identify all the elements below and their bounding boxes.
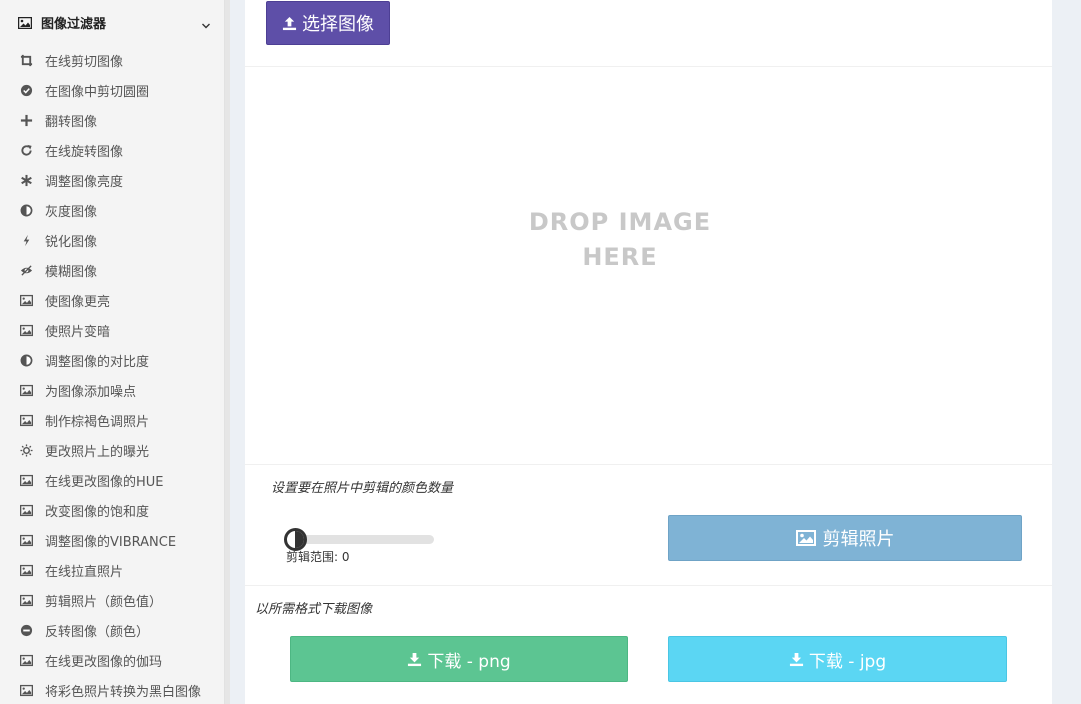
download-png-label: 下载 - png bbox=[427, 651, 511, 672]
sidebar-item[interactable]: 翻转图像 bbox=[0, 105, 224, 135]
image-icon bbox=[19, 683, 33, 697]
download-jpg-button[interactable]: 下载 - jpg bbox=[668, 636, 1007, 682]
image-icon bbox=[19, 413, 33, 427]
select-image-label: 选择图像 bbox=[302, 14, 374, 35]
rotate-icon bbox=[19, 143, 33, 157]
sidebar-item-label: 在线旋转图像 bbox=[45, 144, 124, 160]
crop-icon bbox=[19, 53, 33, 67]
download-icon bbox=[408, 652, 422, 666]
sidebar-item[interactable]: 在图像中剪切圆圈 bbox=[0, 75, 224, 105]
sidebar-item[interactable]: 调整图像的VIBRANCE bbox=[0, 525, 224, 555]
sidebar-item-label: 更改照片上的曝光 bbox=[45, 444, 150, 460]
sidebar-item[interactable]: 将彩色照片转换为黑白图像 bbox=[0, 675, 224, 704]
drop-zone[interactable]: DROP IMAGE HERE bbox=[245, 67, 1052, 464]
setting-label: 设置要在照片中剪辑的颜色数量 bbox=[271, 481, 454, 496]
image-icon bbox=[19, 473, 33, 487]
sidebar-item[interactable]: 在线更改图像的HUE bbox=[0, 465, 224, 495]
sidebar-item[interactable]: 剪辑照片（颜色值） bbox=[0, 585, 224, 615]
sidebar-item-label: 将彩色照片转换为黑白图像 bbox=[45, 684, 202, 700]
sidebar-item-label: 使图像更亮 bbox=[45, 294, 111, 310]
sidebar-item-label: 制作棕褐色调照片 bbox=[45, 414, 150, 430]
divider bbox=[245, 464, 1052, 465]
clip-range-value: 剪辑范围: 0 bbox=[286, 550, 350, 564]
sidebar-item-label: 在线更改图像的HUE bbox=[45, 474, 164, 490]
sidebar-item-label: 使照片变暗 bbox=[45, 324, 111, 340]
download-jpg-label: 下载 - jpg bbox=[808, 651, 887, 672]
sidebar-item-label: 调整图像的对比度 bbox=[45, 354, 150, 370]
sidebar-item[interactable]: 在线拉直照片 bbox=[0, 555, 224, 585]
sidebar-scrollbar[interactable] bbox=[225, 0, 230, 704]
sidebar-item-label: 反转图像（颜色） bbox=[45, 624, 150, 640]
drop-hint: DROP IMAGE HERE bbox=[505, 205, 735, 275]
image-icon bbox=[795, 530, 816, 546]
sun-icon bbox=[19, 443, 33, 457]
sidebar-item[interactable]: 使照片变暗 bbox=[0, 315, 224, 345]
sidebar-item[interactable]: 制作棕褐色调照片 bbox=[0, 405, 224, 435]
clip-photo-label: 剪辑照片 bbox=[822, 529, 895, 550]
image-icon bbox=[19, 323, 33, 337]
sidebar-item-label: 调整图像的VIBRANCE bbox=[45, 534, 177, 550]
image-icon bbox=[19, 533, 33, 547]
sidebar-item[interactable]: 模糊图像 bbox=[0, 255, 224, 285]
page-gutter bbox=[1052, 0, 1081, 704]
half-circle-icon bbox=[19, 353, 33, 367]
sidebar-item-label: 在线剪切图像 bbox=[45, 54, 124, 70]
image-icon bbox=[19, 593, 33, 607]
sidebar-item-label: 在线拉直照片 bbox=[45, 564, 124, 580]
drop-hint-line2: HERE bbox=[582, 243, 658, 271]
image-icon bbox=[19, 383, 33, 397]
image-icon bbox=[18, 16, 32, 29]
sidebar-item-label: 改变图像的饱和度 bbox=[45, 504, 150, 520]
clip-range-slider-track[interactable] bbox=[287, 535, 434, 544]
sidebar-item[interactable]: 锐化图像 bbox=[0, 225, 224, 255]
sidebar-item[interactable]: 为图像添加噪点 bbox=[0, 375, 224, 405]
main-panel: 选择图像 DROP IMAGE HERE 设置要在照片中剪辑的颜色数量 剪辑范围… bbox=[245, 0, 1052, 704]
clip-photo-button[interactable]: 剪辑照片 bbox=[668, 515, 1022, 561]
minus-circle-icon bbox=[19, 623, 33, 637]
sidebar-item-label: 模糊图像 bbox=[45, 264, 98, 280]
image-icon bbox=[19, 293, 33, 307]
sidebar-item-label: 调整图像亮度 bbox=[45, 174, 124, 190]
sidebar-item[interactable]: 反转图像（颜色） bbox=[0, 615, 224, 645]
sidebar-item-label: 翻转图像 bbox=[45, 114, 98, 130]
download-label: 以所需格式下载图像 bbox=[255, 602, 373, 617]
download-png-button[interactable]: 下载 - png bbox=[290, 636, 628, 682]
sidebar-item[interactable]: 使图像更亮 bbox=[0, 285, 224, 315]
select-image-button[interactable]: 选择图像 bbox=[266, 1, 390, 45]
sidebar-item[interactable]: 调整图像的对比度 bbox=[0, 345, 224, 375]
sidebar: 图像过滤器 在线剪切图像在图像中剪切圆圈 翻转图像在线旋转图像 调整图像亮度 灰度图像… bbox=[0, 0, 225, 704]
sidebar-item[interactable]: 在线更改图像的伽玛 bbox=[0, 645, 224, 675]
asterisk-icon bbox=[19, 173, 33, 187]
sidebar-title: 图像过滤器 bbox=[41, 17, 107, 32]
download-icon bbox=[789, 652, 803, 666]
sidebar-item[interactable]: 在线旋转图像 bbox=[0, 135, 224, 165]
sidebar-item-label: 在线更改图像的伽玛 bbox=[45, 654, 163, 670]
image-icon bbox=[19, 653, 33, 667]
bolt-icon bbox=[19, 233, 33, 247]
drop-hint-line1: DROP IMAGE bbox=[528, 208, 712, 236]
check-circle-icon bbox=[19, 83, 33, 97]
eye-slash-icon bbox=[19, 263, 33, 277]
upload-icon bbox=[282, 16, 297, 30]
sidebar-item[interactable]: 灰度图像 bbox=[0, 195, 224, 225]
chevron-down-icon[interactable] bbox=[201, 16, 211, 29]
sidebar-item[interactable]: 改变图像的饱和度 bbox=[0, 495, 224, 525]
sidebar-header[interactable]: 图像过滤器 bbox=[0, 0, 224, 45]
sidebar-item-label: 锐化图像 bbox=[45, 234, 98, 250]
sidebar-menu: 在线剪切图像在图像中剪切圆圈 翻转图像在线旋转图像 调整图像亮度 灰度图像锐化图像模糊… bbox=[0, 45, 224, 704]
half-circle-icon bbox=[19, 203, 33, 217]
sidebar-item-label: 在图像中剪切圆圈 bbox=[45, 84, 150, 100]
sidebar-item[interactable]: 调整图像亮度 bbox=[0, 165, 224, 195]
sidebar-item-label: 剪辑照片（颜色值） bbox=[45, 594, 163, 610]
sidebar-item[interactable]: 在线剪切图像 bbox=[0, 45, 224, 75]
image-icon bbox=[19, 503, 33, 517]
sidebar-item-label: 为图像添加噪点 bbox=[45, 384, 137, 400]
sidebar-item-label: 灰度图像 bbox=[45, 204, 98, 220]
sidebar-item[interactable]: 更改照片上的曝光 bbox=[0, 435, 224, 465]
divider bbox=[245, 585, 1052, 586]
plus-icon bbox=[19, 113, 33, 127]
image-icon bbox=[19, 563, 33, 577]
